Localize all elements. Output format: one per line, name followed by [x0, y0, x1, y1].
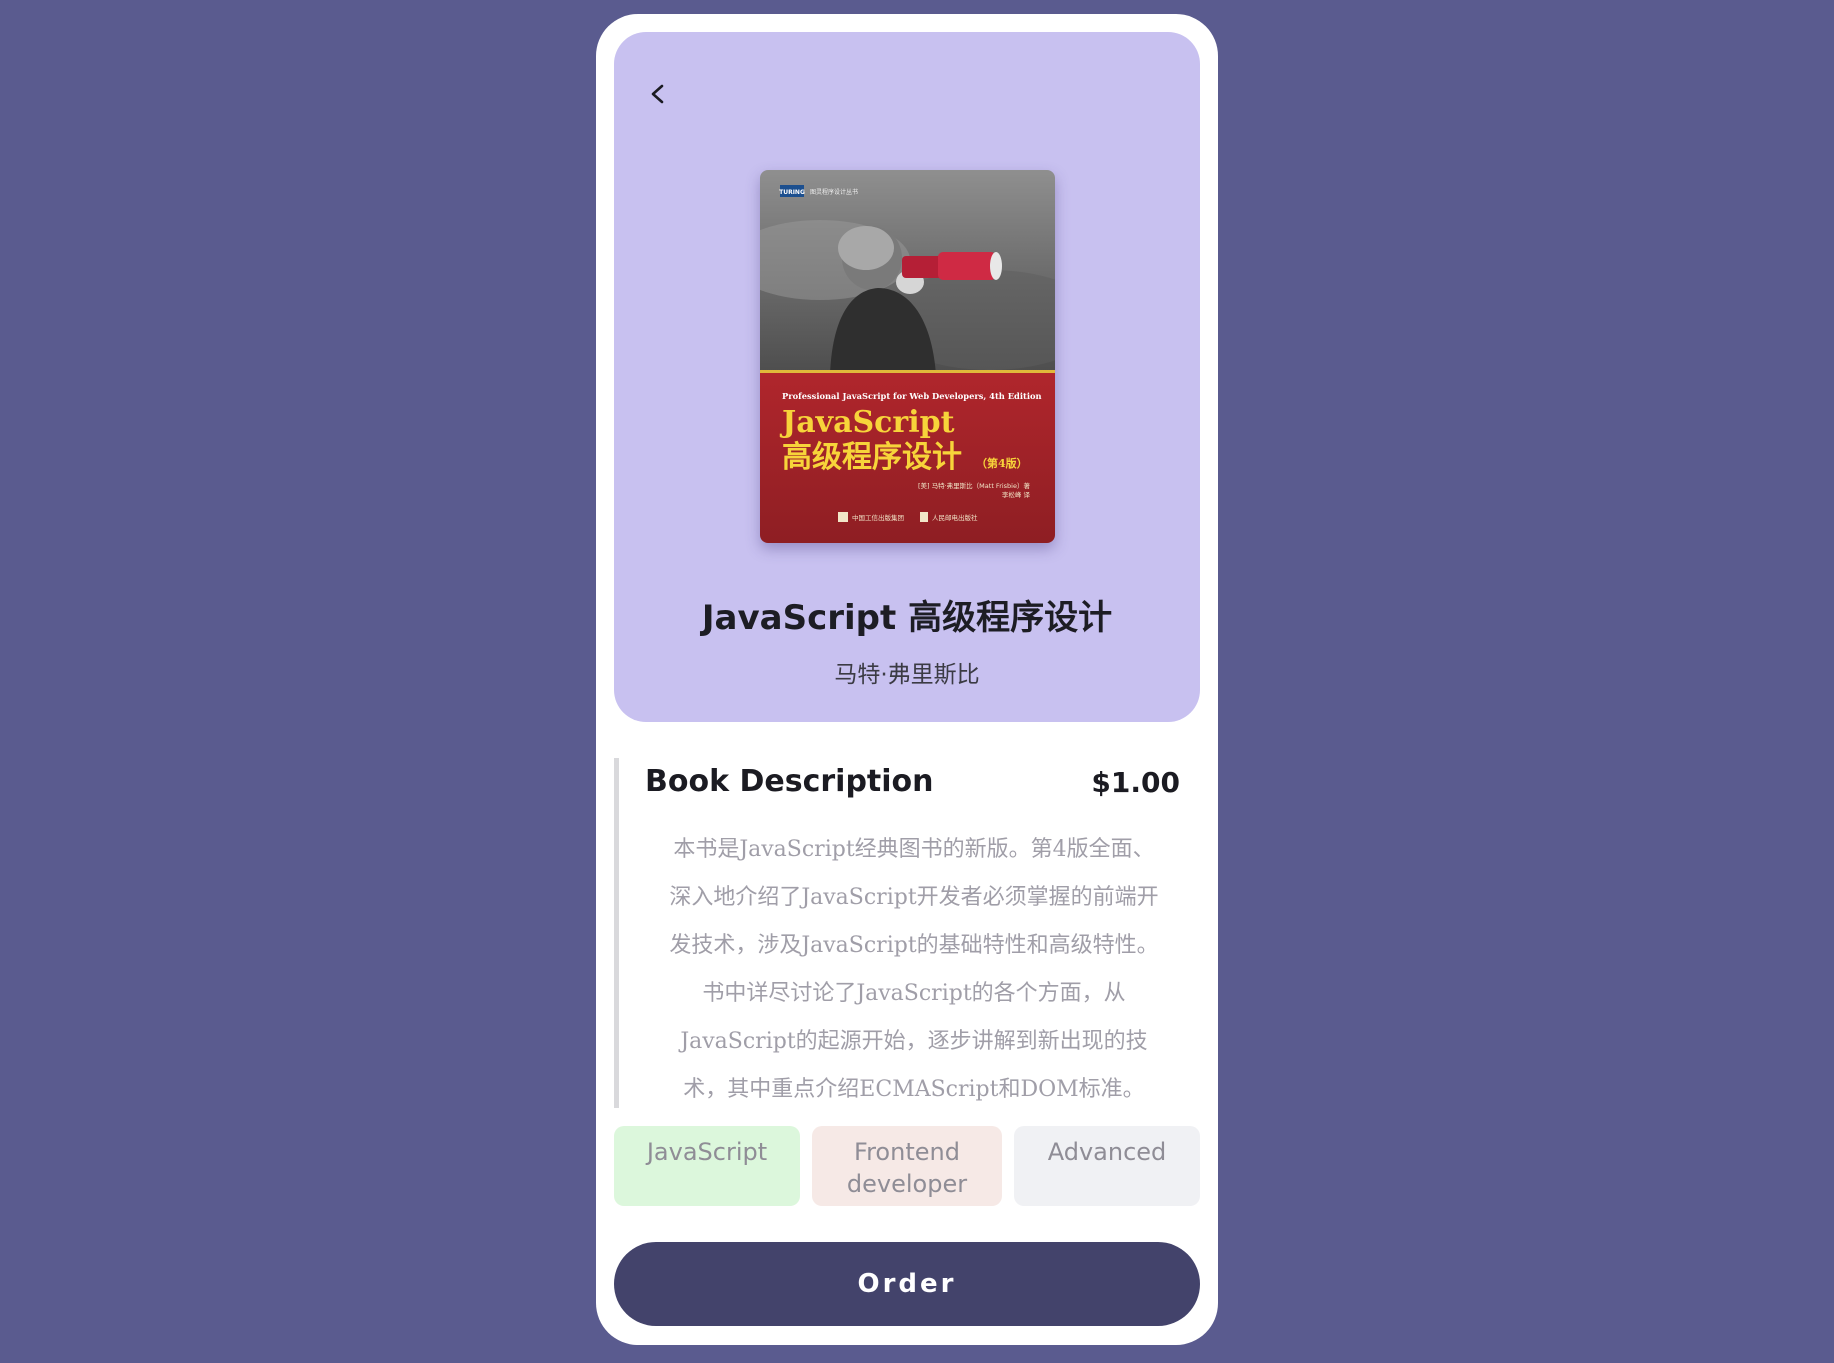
description-line: 深入地介绍了JavaScript开发者必须掌握的前端开: [669, 885, 1159, 910]
tag-list: JavaScript Frontend developer Advanced: [614, 1126, 1200, 1206]
book-hero: TURING 图灵程序设计丛书 Professional JavaScript …: [614, 32, 1200, 722]
cover-translator-line: 李松峰 译: [1002, 490, 1031, 499]
cover-title-cn: 高级程序设计: [782, 440, 962, 475]
description-line: 书中详尽讨论了JavaScript的各个方面，从: [702, 981, 1126, 1006]
book-cover-image: TURING 图灵程序设计丛书 Professional JavaScript …: [760, 170, 1055, 543]
cover-author-line: [美] 马特·弗里斯比（Matt Frisbie）著: [918, 481, 1031, 490]
description-heading: Book Description: [645, 764, 934, 799]
description-text: 本书是JavaScript经典图书的新版。第4版全面、 深入地介绍了JavaSc…: [645, 826, 1183, 1114]
order-button[interactable]: Order: [614, 1242, 1200, 1326]
book-cover: TURING 图灵程序设计丛书 Professional JavaScript …: [760, 170, 1055, 543]
cover-publisher-2: 人民邮电出版社: [932, 513, 978, 522]
description-line: 发技术，涉及JavaScript的基础特性和高级特性。: [669, 933, 1159, 958]
back-button[interactable]: [636, 72, 680, 116]
book-price: $1.00: [1091, 766, 1180, 799]
description-line: JavaScript的起源开始，逐步讲解到新出现的技: [680, 1029, 1148, 1054]
tag-advanced[interactable]: Advanced: [1014, 1126, 1200, 1206]
cover-series-name: 图灵程序设计丛书: [810, 188, 858, 196]
description-line: 本书是JavaScript经典图书的新版。第4版全面、: [673, 837, 1155, 862]
book-title: JavaScript 高级程序设计: [701, 598, 1113, 638]
chevron-left-icon: [651, 84, 664, 104]
book-description-section: Book Description $1.00 本书是JavaScript经典图书…: [614, 758, 1200, 1108]
tag-frontend-developer[interactable]: Frontend developer: [812, 1126, 1002, 1206]
cover-series-badge: TURING: [779, 189, 805, 196]
cover-publisher-1: 中国工信出版集团: [852, 513, 904, 522]
description-line: 术，其中重点介绍ECMAScript和DOM标准。: [683, 1077, 1145, 1102]
book-detail-card: TURING 图灵程序设计丛书 Professional JavaScript …: [596, 14, 1218, 1345]
cover-edition: （第4版）: [976, 456, 1028, 470]
tag-javascript[interactable]: JavaScript: [614, 1126, 800, 1206]
cover-subtitle-en: Professional JavaScript for Web Develope…: [782, 391, 1042, 402]
book-author: 马特·弗里斯比: [834, 662, 980, 688]
cover-title-en: JavaScript: [779, 405, 955, 440]
